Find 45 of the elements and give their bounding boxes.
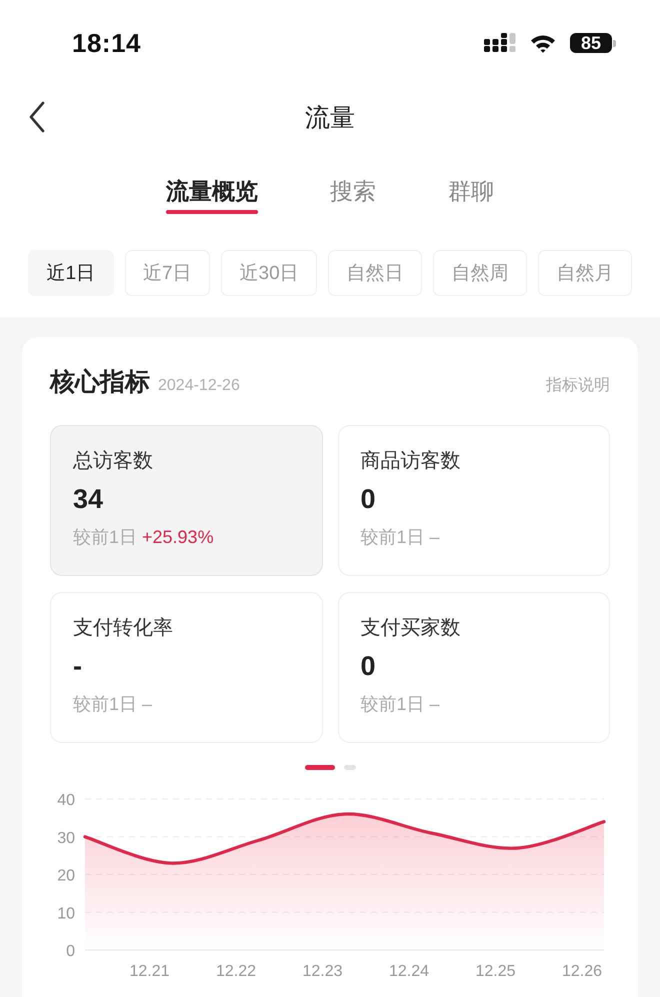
x-axis-label: 12.22	[216, 963, 256, 980]
tab[interactable]: 群聊	[448, 176, 494, 214]
metric-tile[interactable]: 总访客数 34 较前1日 +25.93%	[50, 425, 322, 576]
wifi-icon	[530, 34, 556, 52]
y-axis-label: 30	[57, 830, 75, 847]
chevron-left-icon	[28, 101, 46, 133]
comparison-text: 较前1日 –	[360, 526, 440, 549]
date-range-chip[interactable]: 自然周	[433, 250, 528, 296]
tab[interactable]: 流量概览	[166, 176, 258, 214]
metric-help-link[interactable]: 指标说明	[546, 375, 610, 396]
date-range-chip[interactable]: 近1日	[28, 250, 114, 296]
y-axis-label: 0	[66, 943, 75, 960]
metric-tile[interactable]: 支付买家数 0 较前1日 –	[338, 592, 610, 743]
signal-icon	[484, 33, 516, 53]
comparison-text: 较前1日 +25.93%	[73, 526, 214, 549]
metric-value: 34	[73, 483, 104, 516]
x-axis-label: 12.26	[562, 963, 602, 980]
metric-label: 商品访客数	[360, 449, 460, 474]
metric-value: 0	[360, 483, 376, 516]
tab[interactable]: 搜索	[330, 176, 376, 214]
date-range-chip[interactable]: 近7日	[124, 250, 210, 296]
battery-indicator: 85	[570, 33, 616, 53]
comparison-text: 较前1日 –	[360, 693, 440, 716]
date-range-chip[interactable]: 近30日	[221, 250, 318, 296]
metric-tile[interactable]: 商品访客数 0 较前1日 –	[338, 425, 610, 576]
date-range-chip[interactable]: 自然日	[328, 250, 422, 296]
comparison-text: 较前1日 –	[73, 693, 152, 716]
metric-value: -	[73, 650, 82, 683]
x-axis-label: 12.21	[129, 963, 170, 980]
y-axis-label: 20	[57, 868, 75, 884]
metric-value: 0	[360, 650, 376, 683]
section-title: 核心指标	[50, 367, 150, 398]
metric-tile[interactable]: 支付转化率 - 较前1日 –	[50, 592, 322, 743]
y-axis-label: 10	[57, 905, 75, 922]
metric-label: 总访客数	[73, 449, 153, 474]
y-axis-label: 40	[57, 792, 75, 809]
page-title: 流量	[305, 102, 355, 134]
metric-label: 支付买家数	[360, 616, 460, 641]
metric-label: 支付转化率	[73, 616, 173, 641]
date-range-chip[interactable]: 自然月	[538, 250, 632, 296]
x-axis-label: 12.24	[388, 963, 429, 980]
status-time: 18:14	[72, 28, 141, 58]
x-axis-label: 12.23	[302, 963, 342, 980]
section-date: 2024-12-26	[158, 377, 240, 395]
x-axis-label: 12.25	[475, 963, 516, 980]
